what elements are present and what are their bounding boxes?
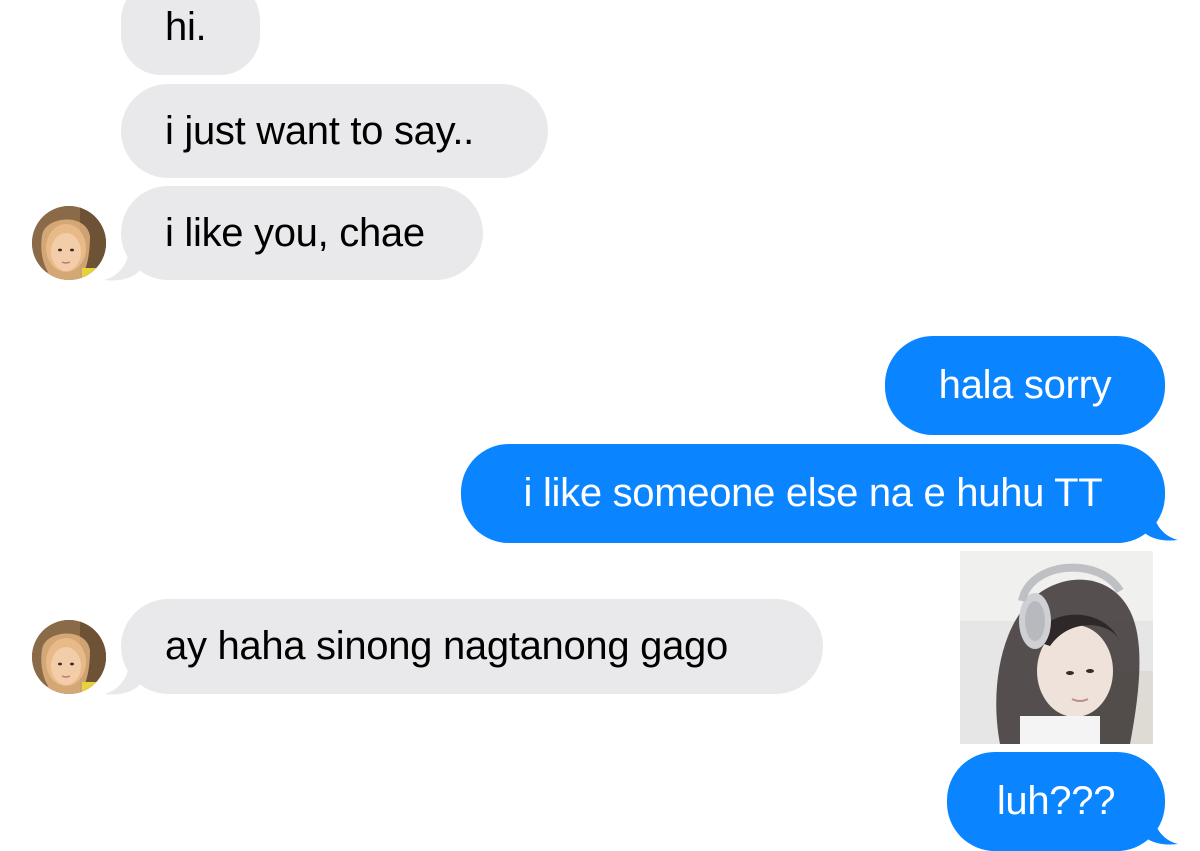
message-text: luh???: [996, 779, 1116, 823]
photo-attachment-image: [960, 551, 1153, 744]
message-bubble-incoming[interactable]: hi.: [121, 0, 260, 75]
avatar-photo-icon: [32, 206, 106, 280]
message-text: hala sorry: [938, 363, 1112, 407]
message-bubble-incoming[interactable]: i just want to say..: [121, 84, 548, 178]
message-bubble-outgoing[interactable]: luh???: [947, 752, 1165, 851]
contact-avatar[interactable]: [32, 620, 106, 694]
avatar-photo-icon: [32, 620, 106, 694]
message-text: i like someone else na e huhu TT: [523, 471, 1103, 515]
message-bubble-incoming[interactable]: ay haha sinong nagtanong gago: [121, 599, 823, 694]
message-bubble-outgoing[interactable]: i like someone else na e huhu TT: [461, 444, 1165, 543]
message-text: i like you, chae: [165, 210, 425, 255]
photo-attachment[interactable]: [960, 551, 1153, 744]
message-text: hi.: [165, 5, 207, 49]
message-bubble-outgoing[interactable]: hala sorry: [885, 336, 1165, 435]
message-text: i just want to say..: [165, 108, 474, 153]
message-bubble-incoming[interactable]: i like you, chae: [121, 186, 483, 280]
contact-avatar[interactable]: [32, 206, 106, 280]
message-text: ay haha sinong nagtanong gago: [165, 624, 728, 668]
